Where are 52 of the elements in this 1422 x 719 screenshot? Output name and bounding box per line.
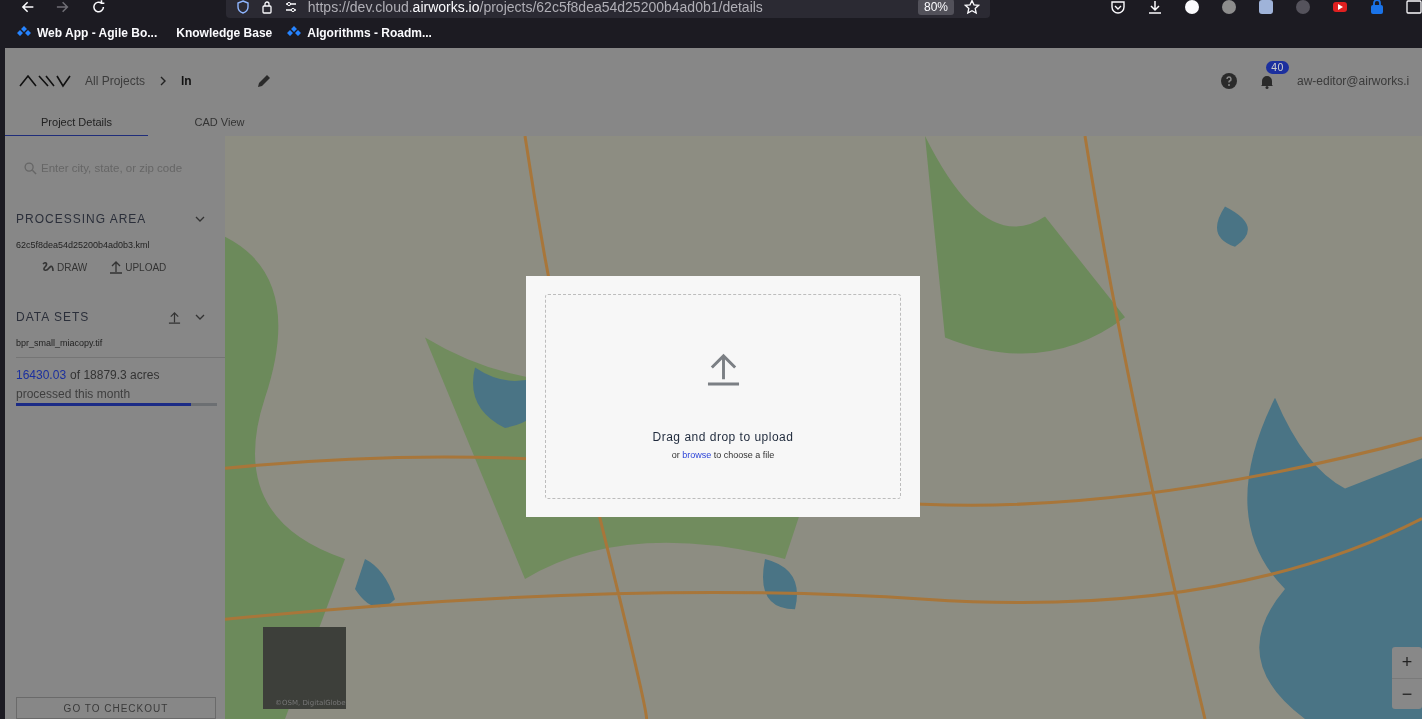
chevron-right-icon bbox=[159, 76, 168, 86]
help-icon[interactable] bbox=[1221, 73, 1237, 89]
action-button[interactable]: DRAW bbox=[41, 260, 88, 274]
dialog-title: Drag and drop to upload bbox=[652, 430, 794, 444]
squiggle-icon bbox=[41, 260, 55, 274]
upload-icon bbox=[706, 353, 740, 386]
download-icon[interactable] bbox=[1147, 0, 1163, 15]
bookmark-item[interactable]: Algorithms - Roadm... bbox=[286, 25, 432, 41]
browse-link[interactable]: browse bbox=[682, 450, 712, 460]
zoom-out-button[interactable]: − bbox=[1392, 678, 1422, 709]
chevron-down-icon[interactable] bbox=[195, 215, 205, 223]
lock-icon bbox=[259, 0, 274, 14]
project-name: ln bbox=[181, 74, 192, 88]
reload-icon[interactable] bbox=[90, 0, 106, 15]
tab[interactable]: CAD View bbox=[148, 114, 291, 136]
file-name: 62c5f8dea54d25200b4ad0b3.kml bbox=[16, 240, 151, 250]
acres-total: of 18879.3 acres bbox=[70, 368, 160, 382]
pocket-icon[interactable] bbox=[1110, 0, 1126, 15]
tab[interactable]: Project Details bbox=[5, 114, 148, 136]
address-bar[interactable]: https://dev.cloud.airworks.io/projects/62c5f8dea54d25200b4ad0b1/details 80% bbox=[225, 0, 990, 18]
permissions-icon bbox=[283, 0, 298, 14]
breadcrumb-link[interactable]: All Projects bbox=[85, 74, 146, 88]
url-text: https://dev.cloud.airworks.io/projects/62c5f8dea54d25200b4ad0b1/details bbox=[307, 0, 764, 15]
section-title: DATA SETS bbox=[16, 310, 90, 324]
upload-hint: or browse to choose a file bbox=[671, 450, 775, 460]
upload-icon[interactable] bbox=[168, 310, 181, 324]
upload-icon bbox=[109, 260, 124, 274]
acres-used: 16430.03 bbox=[16, 368, 67, 382]
usage-caption: processed this month bbox=[16, 387, 132, 401]
bookmark-item[interactable]: Web App - Agile Bo... bbox=[16, 25, 158, 41]
logo-icon[interactable] bbox=[19, 74, 71, 88]
shield-icon bbox=[235, 0, 250, 14]
lock-icon[interactable] bbox=[1369, 0, 1385, 15]
file-name: bpr_small_miacopy.tif bbox=[16, 338, 225, 358]
section-title: PROCESSING AREA bbox=[16, 212, 147, 226]
bookmark-item[interactable]: Knowledge Base bbox=[171, 26, 273, 40]
action-button[interactable]: UPLOAD bbox=[109, 260, 167, 274]
play-icon[interactable] bbox=[1332, 0, 1348, 15]
pencil-icon[interactable] bbox=[255, 73, 272, 89]
user-email[interactable]: aw-editor@airworks.i bbox=[1297, 74, 1422, 88]
bell-icon[interactable] bbox=[1259, 73, 1275, 89]
zoom-in-button[interactable]: + bbox=[1392, 647, 1422, 678]
drop-zone[interactable]: Drag and drop to upload or browse to choose a file bbox=[545, 294, 901, 499]
forward-icon[interactable] bbox=[55, 0, 71, 15]
checkout-button[interactable]: GO TO CHECKOUT bbox=[16, 697, 216, 719]
sidebar-icon[interactable] bbox=[1406, 0, 1422, 15]
star-icon[interactable] bbox=[964, 0, 980, 15]
notification-badge: 40 bbox=[1266, 61, 1289, 74]
zoom-badge[interactable]: 80% bbox=[917, 0, 954, 15]
chevron-down-icon[interactable] bbox=[195, 313, 205, 321]
search-icon bbox=[24, 161, 37, 175]
back-icon[interactable] bbox=[20, 0, 36, 15]
